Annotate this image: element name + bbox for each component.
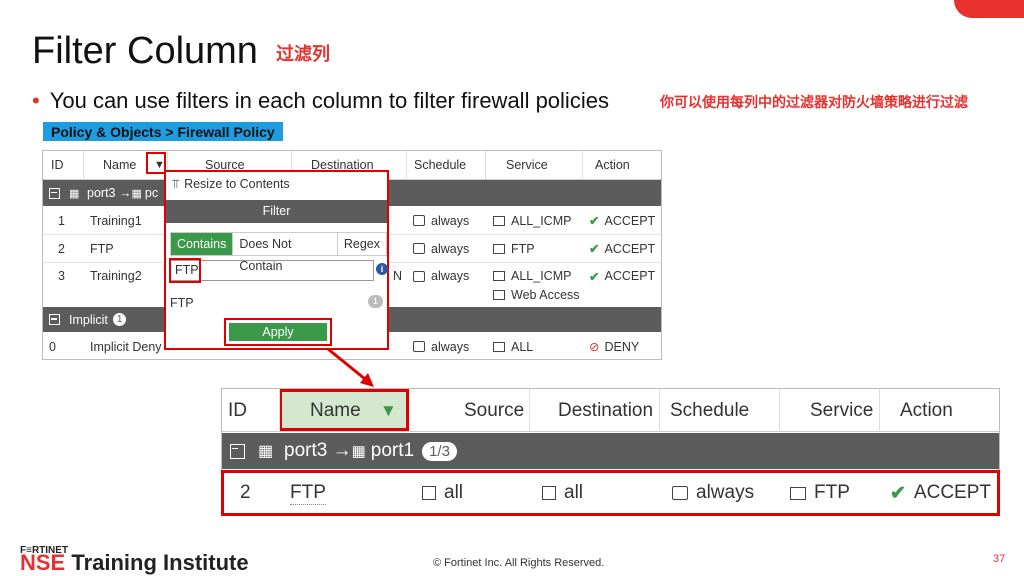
copyright: © Fortinet Inc. All Rights Reserved. <box>433 557 605 569</box>
row-action: ✔ ACCEPT <box>589 269 656 284</box>
row-id: 2 <box>58 241 65 256</box>
col-action[interactable]: Action <box>900 389 953 432</box>
row-name: Implicit Deny <box>90 339 162 354</box>
col-destination[interactable]: Destination <box>558 389 653 432</box>
slide-title-cn: 过滤列 <box>276 44 330 64</box>
col-source[interactable]: Source <box>464 389 524 432</box>
schedule-icon <box>413 270 425 282</box>
count-badge: 1/3 <box>422 441 457 461</box>
row-id: 0 <box>49 339 56 354</box>
row-highlight <box>221 470 1000 516</box>
group-label: port3 → ▦ port1 1/3 <box>284 433 457 469</box>
bullet-text: • You can use filters in each column to f… <box>32 88 609 114</box>
filtered-table: ID Name ▼ Source Destination Schedule Se… <box>221 388 1000 516</box>
row-id: 1 <box>58 213 65 228</box>
col-service[interactable]: Service <box>506 151 548 179</box>
bullet-label: You can use filters in each column to fi… <box>49 88 609 113</box>
tab-does-not-contain[interactable]: Does Not Contain <box>233 233 338 273</box>
schedule-icon <box>413 243 425 254</box>
result-count-badge: 1 <box>368 295 383 308</box>
service-icon <box>493 215 505 226</box>
filter-result[interactable]: FTP <box>170 296 194 310</box>
interface-icon: ▦ <box>69 187 80 200</box>
row-name: Training1 <box>90 213 142 228</box>
apply-button[interactable]: Apply <box>229 323 327 341</box>
service-icon <box>493 271 505 281</box>
col-action[interactable]: Action <box>595 151 630 179</box>
row-service: ALL <box>493 333 533 360</box>
check-icon: ✔ <box>589 214 600 228</box>
filter-popup: ⫪ Resize to Contents Filter Contains Does… <box>164 170 389 350</box>
col-name[interactable]: Name <box>310 389 361 432</box>
col-schedule[interactable]: Schedule <box>414 151 466 179</box>
page-number: 37 <box>993 553 1006 565</box>
row-service: FTP <box>493 235 535 262</box>
row-action: ✔ ACCEPT <box>589 213 656 229</box>
group-label: Implicit 1 <box>69 307 127 332</box>
row-name: Training2 <box>90 269 142 283</box>
service-icon <box>493 243 505 254</box>
row-action: ✔ ACCEPT <box>589 241 656 257</box>
nse-logo: NSE Training Institute <box>20 550 249 575</box>
slide-title: Filter Column <box>32 30 258 72</box>
count-badge: 1 <box>112 313 127 326</box>
check-icon: ✔ <box>589 269 600 284</box>
bullet-dot: • <box>32 88 40 113</box>
row-schedule: always <box>413 235 469 262</box>
row-schedule: always <box>413 263 469 289</box>
group-row-port3[interactable]: ▦ port3 → ▦ port1 1/3 <box>222 433 999 469</box>
breadcrumb: Policy & Objects > Firewall Policy <box>43 122 283 141</box>
row-service: ALL_ICMP <box>493 207 571 234</box>
bullet-text-cn: 你可以使用每列中的过滤器对防火墙策略进行过滤 <box>660 94 968 110</box>
input-highlight <box>169 258 201 283</box>
schedule-icon <box>413 341 425 352</box>
interface-icon: ▦ <box>258 443 274 460</box>
service-icon <box>493 341 505 352</box>
row-name: FTP <box>90 241 114 256</box>
filter-tabs: Contains Does Not Contain Regex <box>170 232 387 273</box>
funnel-icon[interactable]: ▼ <box>380 389 397 432</box>
check-icon: ✔ <box>589 242 600 256</box>
group-label: port3 → ▦ pc <box>87 186 159 200</box>
corner-accent <box>954 0 1024 18</box>
row-schedule: always <box>413 207 469 234</box>
table-header: ID Name ▼ Source Destination Schedule Se… <box>222 389 999 432</box>
filter-header: Filter <box>166 200 387 223</box>
service-icon <box>493 290 505 300</box>
row-destination: N <box>393 269 403 283</box>
row-schedule: always <box>413 333 469 360</box>
col-service[interactable]: Service <box>810 389 873 432</box>
collapse-icon[interactable] <box>49 180 66 206</box>
info-icon[interactable]: i <box>376 263 388 275</box>
tab-contains[interactable]: Contains <box>171 233 234 255</box>
resize-icon: ⫪ <box>172 177 180 191</box>
col-schedule[interactable]: Schedule <box>670 389 749 432</box>
col-name[interactable]: Name <box>103 151 136 179</box>
arrow-icon <box>327 347 374 387</box>
row-action: ⊘ DENY <box>589 339 640 355</box>
collapse-icon[interactable] <box>49 307 66 332</box>
col-id[interactable]: ID <box>51 151 64 179</box>
schedule-icon <box>413 215 425 226</box>
funnel-highlight <box>146 152 166 174</box>
collapse-icon[interactable] <box>230 433 251 469</box>
col-id[interactable]: ID <box>228 389 247 432</box>
row-service-2: Web Access <box>493 282 580 308</box>
apply-highlight: Apply <box>224 318 332 346</box>
deny-icon: ⊘ <box>589 340 600 354</box>
resize-to-contents[interactable]: ⫪ Resize to Contents <box>172 177 290 192</box>
tab-regex[interactable]: Regex <box>338 233 386 255</box>
row-id: 3 <box>58 269 65 283</box>
